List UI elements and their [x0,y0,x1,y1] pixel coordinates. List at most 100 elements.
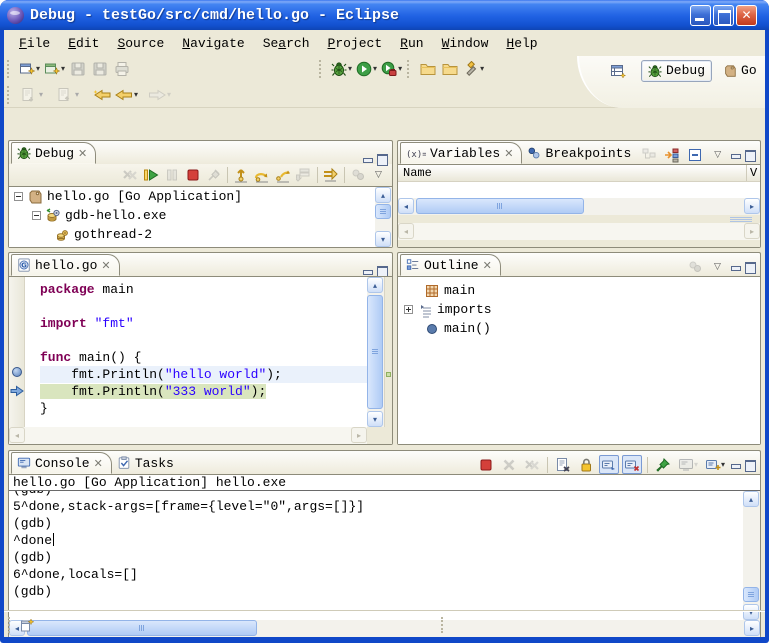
view-menu-button[interactable]: ▽ [369,166,388,185]
scroll-down-arrow[interactable]: ▾ [367,411,383,427]
save-button[interactable] [67,58,89,80]
view-maximize-button[interactable] [744,460,755,470]
open-type-button[interactable] [417,58,439,80]
open-perspective-button[interactable] [607,60,629,82]
scroll-thumb[interactable] [416,198,584,214]
perspective-debug-button[interactable]: Debug [641,60,712,82]
menu-search[interactable]: Search [254,34,319,53]
outline-item-main-func[interactable]: main() [398,319,760,338]
menu-project[interactable]: Project [319,34,392,53]
new-wizard-button[interactable]: ▾ [17,58,42,80]
tab-outline[interactable]: Outline ✕ [400,254,501,276]
fast-view-button[interactable] [17,615,37,634]
tab-variables[interactable]: Variables ✕ [400,142,522,164]
tree-item-launch[interactable]: hello.go [Go Application] [9,187,375,206]
view-minimize-button[interactable] [362,266,373,276]
toolbar-grip[interactable] [319,60,326,78]
code-line[interactable]: import "fmt" [40,315,367,332]
scroll-down-arrow[interactable]: ▾ [375,231,391,247]
variables-empty-area[interactable] [398,182,760,198]
back-button[interactable]: ▾ [113,84,140,106]
debug-misc-button[interactable] [348,166,368,185]
window-minimize-button[interactable] [690,5,711,26]
next-annotation-button[interactable] [17,84,39,106]
tree-item-clipped[interactable] [9,244,375,247]
menu-edit[interactable]: Edit [59,34,108,53]
view-minimize-button[interactable] [730,262,741,272]
step-return-button[interactable] [273,166,293,185]
titlebar[interactable]: Debug - testGo/src/cmd/hello.go - Eclips… [0,0,769,30]
scroll-right-arrow[interactable]: ▸ [351,427,367,443]
view-minimize-button[interactable] [730,150,741,160]
external-tools-button[interactable]: ▾ [379,58,404,80]
tab-debug[interactable]: Debug ✕ [11,142,96,164]
suspend-button[interactable] [162,166,182,185]
view-minimize-button[interactable] [362,154,373,164]
collapse-expander-icon[interactable] [14,192,23,201]
scroll-thumb[interactable] [367,295,383,409]
run-launch-button[interactable]: ▾ [354,58,379,80]
detail-pane-sash[interactable] [398,215,760,223]
breakpoint-icon[interactable] [12,367,22,377]
menu-navigate[interactable]: Navigate [173,34,253,53]
column-value[interactable]: V [746,165,760,181]
open-console-button[interactable]: ▾ [703,455,727,474]
code-line-breakpoint[interactable]: fmt.Println("hello world"); [40,366,367,383]
window-maximize-button[interactable] [713,5,734,26]
sash-grip-icon[interactable] [730,217,752,222]
print-button[interactable] [111,58,133,80]
tab-breakpoints[interactable]: Breakpoints [522,142,639,164]
step-into-button[interactable] [231,166,251,185]
close-icon[interactable]: ✕ [101,260,110,271]
code-line[interactable] [40,298,367,315]
link-with-editor-button[interactable] [685,257,705,276]
scroll-up-arrow[interactable]: ▴ [743,491,759,507]
view-menu-button[interactable]: ▽ [708,257,727,276]
drop-to-frame-button[interactable] [294,166,314,185]
search-button[interactable]: ▾ [461,58,486,80]
statusbar-grip[interactable] [441,617,446,633]
code-line[interactable] [40,332,367,349]
tree-item-process[interactable]: gdb-hello.exe [9,206,375,225]
expand-expander-icon[interactable] [404,305,413,314]
use-step-filters-button[interactable] [321,166,341,185]
tab-hello-go-editor[interactable]: hello.go ✕ [11,254,120,276]
view-maximize-button[interactable] [376,266,387,276]
code-line[interactable]: } [40,400,367,417]
code-line-current[interactable]: fmt.Println("333 world"); [40,383,367,400]
variables-horizontal-scrollbar[interactable]: ◂ ▸ [398,198,760,215]
clear-console-button[interactable] [553,455,573,474]
scroll-up-arrow[interactable]: ▴ [375,187,391,203]
scroll-lock-button[interactable] [576,455,596,474]
code-line[interactable]: package main [40,281,367,298]
resume-button[interactable] [141,166,161,185]
close-icon[interactable]: ✕ [94,458,103,469]
show-stdout-button[interactable] [599,455,619,474]
menu-help[interactable]: Help [497,34,546,53]
console-vertical-scrollbar[interactable]: ▴ ▾ [743,491,760,620]
close-icon[interactable]: ✕ [78,148,87,159]
collapse-all-button[interactable] [685,145,705,164]
scroll-right-arrow[interactable]: ▸ [744,198,760,214]
pin-console-button[interactable] [653,455,673,474]
close-icon[interactable]: ✕ [483,260,492,271]
remove-launch-button[interactable] [499,455,519,474]
view-maximize-button[interactable] [376,154,387,164]
scroll-thumb[interactable] [375,204,391,219]
display-selected-console-button[interactable]: ▾ [676,455,700,474]
menu-source[interactable]: Source [108,34,173,53]
forward-button[interactable]: ▾ [146,84,173,106]
view-maximize-button[interactable] [744,262,755,272]
column-name[interactable]: Name [398,165,746,181]
menu-run[interactable]: Run [391,34,432,53]
new-project-button[interactable]: ▾ [42,58,67,80]
debug-vertical-scrollbar[interactable]: ▴ ▾ [375,187,392,247]
outline-item-package[interactable]: main [398,281,760,300]
breakpoint-ruler[interactable] [9,277,25,427]
window-close-button[interactable]: ✕ [736,5,757,26]
close-icon[interactable]: ✕ [504,148,513,159]
collapse-expander-icon[interactable] [32,211,41,220]
open-resource-button[interactable] [439,58,461,80]
last-edit-location-button[interactable] [91,84,113,106]
view-menu-button[interactable]: ▽ [708,145,727,164]
